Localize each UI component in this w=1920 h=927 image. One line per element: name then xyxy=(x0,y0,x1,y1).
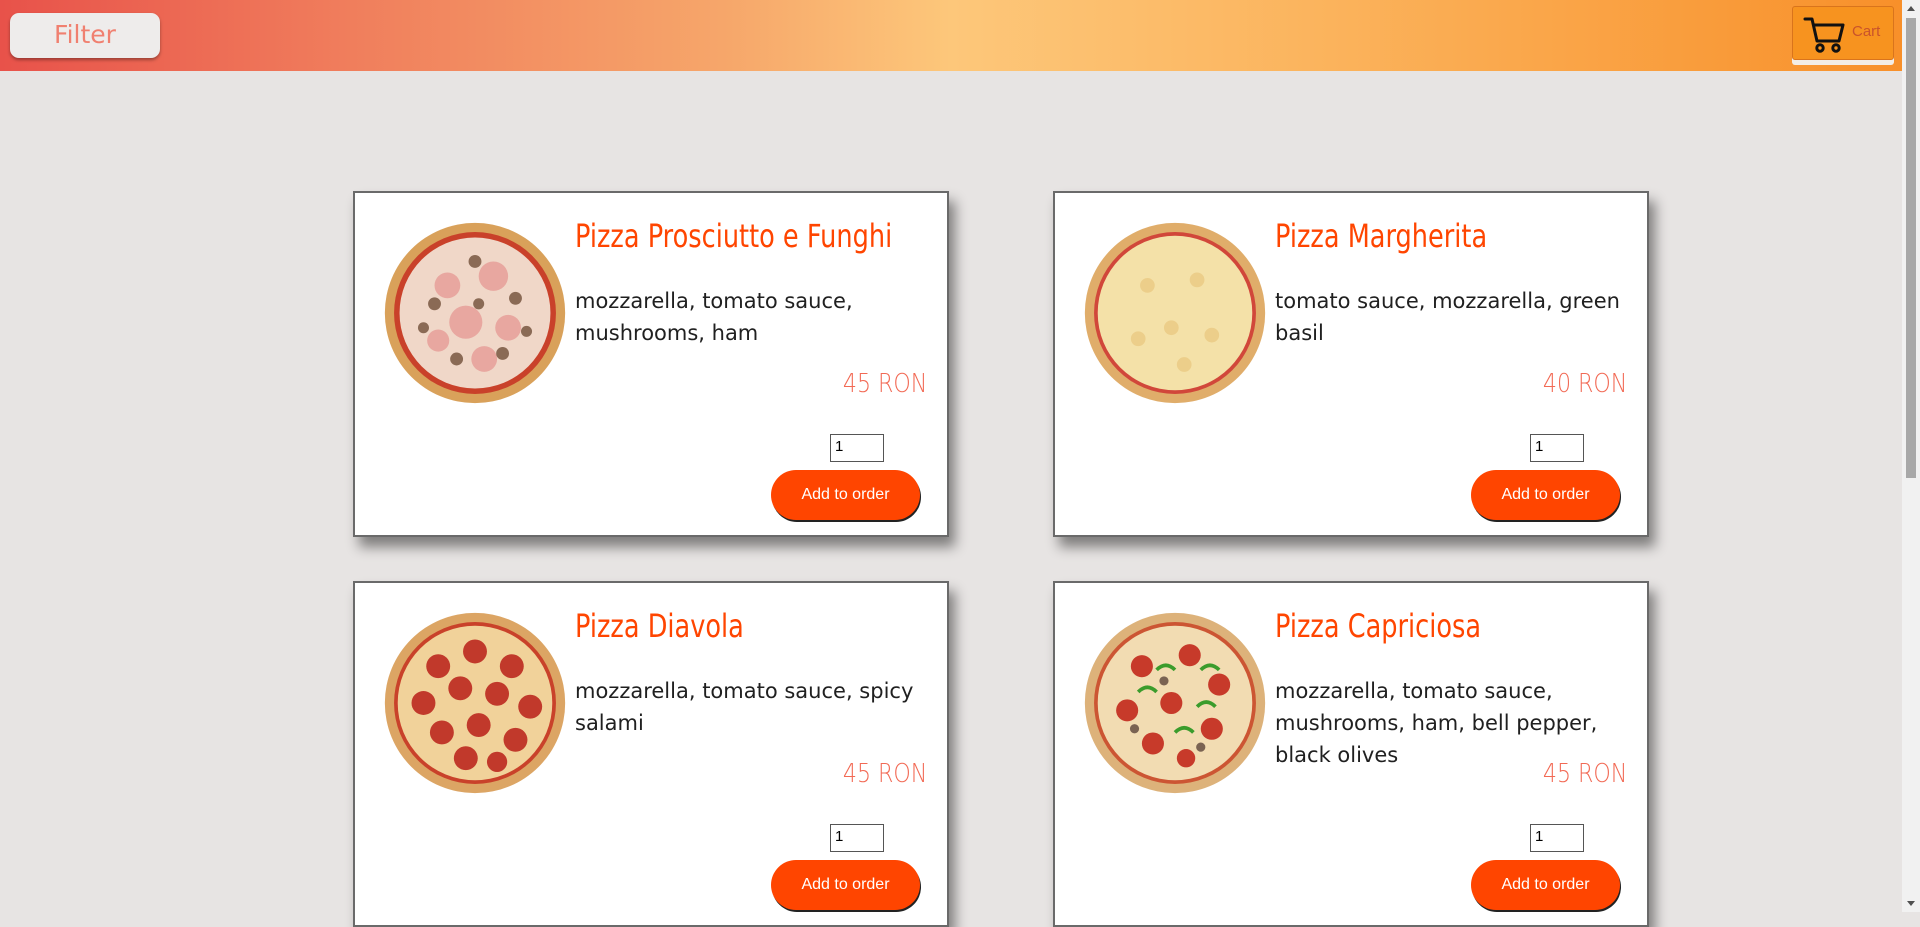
add-to-order-button[interactable]: Add to order xyxy=(771,470,920,520)
vertical-scrollbar[interactable] xyxy=(1902,0,1920,912)
add-to-order-button[interactable]: Add to order xyxy=(1471,860,1620,910)
add-to-order-button[interactable]: Add to order xyxy=(771,860,920,910)
cart-icon xyxy=(1803,17,1845,53)
scroll-thumb[interactable] xyxy=(1906,18,1916,478)
product-description: mozzarella, tomato sauce, spicy salami xyxy=(575,679,914,735)
scroll-up-arrow-icon[interactable] xyxy=(1907,6,1915,11)
product-name: Pizza Capriciosa xyxy=(1275,607,1482,645)
product-card-capriciosa: Pizza Capriciosa mozzarella, tomato sauc… xyxy=(1053,581,1649,927)
scroll-down-arrow-icon[interactable] xyxy=(1907,901,1915,906)
product-card-diavola: Pizza Diavola mozzarella, tomato sauce, … xyxy=(353,581,949,927)
product-price: 40 RON xyxy=(1542,369,1627,399)
pizza-image xyxy=(1084,612,1266,794)
top-bar: Filter Cart xyxy=(0,0,1902,71)
quantity-input[interactable]: 1 xyxy=(1530,824,1584,852)
product-price: 45 RON xyxy=(1542,759,1627,789)
pizza-image xyxy=(384,222,566,404)
product-description: tomato sauce, mozzarella, green basil xyxy=(1275,289,1620,345)
cart-label: Cart xyxy=(1852,23,1881,40)
product-card-prosciutto: Pizza Prosciutto e Funghi mozzarella, to… xyxy=(353,191,949,537)
quantity-input[interactable]: 1 xyxy=(1530,434,1584,462)
product-name: Pizza Prosciutto e Funghi xyxy=(575,217,893,255)
pizza-image xyxy=(384,612,566,794)
filter-button[interactable]: Filter xyxy=(10,13,160,58)
product-description: mozzarella, tomato sauce, mushrooms, ham xyxy=(575,289,853,345)
product-card-margherita: Pizza Margherita tomato sauce, mozzarell… xyxy=(1053,191,1649,537)
product-price: 45 RON xyxy=(842,759,927,789)
cart-button[interactable]: Cart xyxy=(1792,6,1894,60)
product-name: Pizza Diavola xyxy=(575,607,744,645)
quantity-input[interactable]: 1 xyxy=(830,434,884,462)
add-to-order-button[interactable]: Add to order xyxy=(1471,470,1620,520)
product-name: Pizza Margherita xyxy=(1275,217,1488,255)
pizza-image xyxy=(1084,222,1266,404)
product-description: mozzarella, tomato sauce, mushrooms, ham… xyxy=(1275,679,1598,767)
quantity-input[interactable]: 1 xyxy=(830,824,884,852)
product-price: 45 RON xyxy=(842,369,927,399)
